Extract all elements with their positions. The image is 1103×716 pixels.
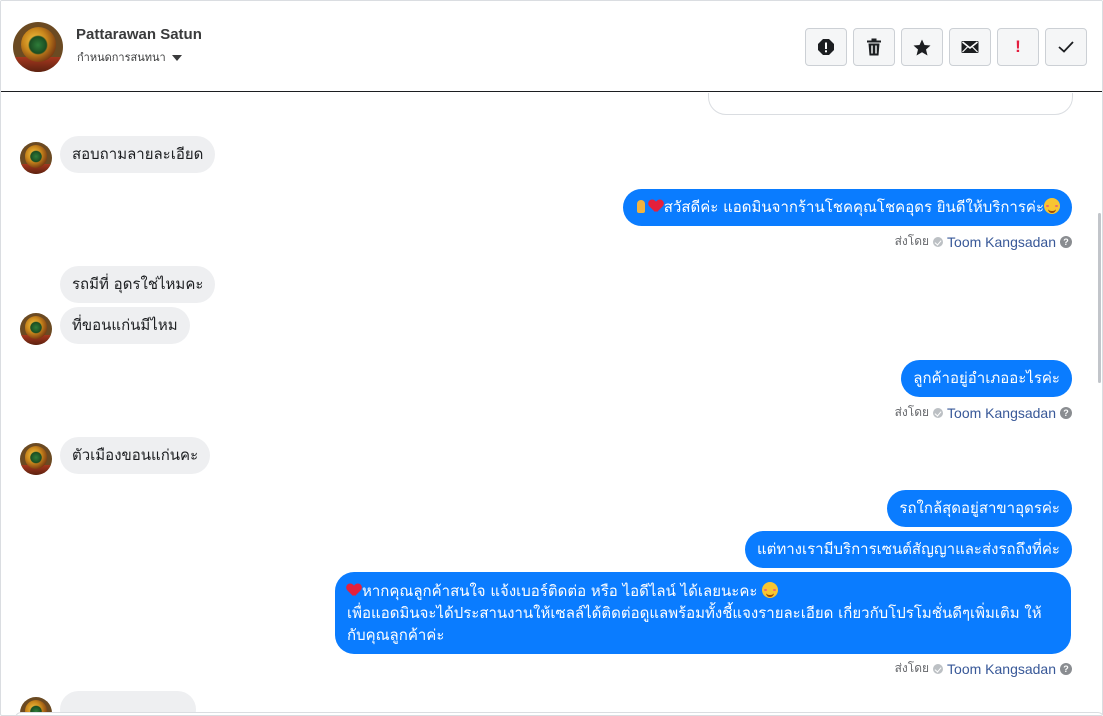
outgoing-message: ลูกค้าอยู่อำเภออะไรค่ะ xyxy=(901,360,1072,397)
contact-avatar-small xyxy=(20,142,52,174)
contact-name[interactable]: Pattarawan Satun xyxy=(76,26,202,43)
conversation-header: Pattarawan Satun กำหนดการสนทนา ! xyxy=(1,1,1102,92)
smiling-face-emoji-icon xyxy=(762,582,779,598)
heart-emoji-icon xyxy=(347,584,361,597)
outgoing-message: แต่ทางเรามีบริการเซนต์สัญญาและส่งรถถึงที… xyxy=(744,531,1072,568)
sent-by-info: ส่งโดย Toom Kangsadan ? xyxy=(895,403,1072,422)
trash-icon xyxy=(867,38,881,56)
contact-avatar-small xyxy=(20,313,52,345)
outgoing-message: สวัสดีค่ะ แอดมินจากร้านโชคคุณโชคอุดร ยิน… xyxy=(622,189,1072,226)
mark-unread-button[interactable] xyxy=(949,28,991,66)
conversation-label-dropdown[interactable]: กำหนดการสนทนา xyxy=(77,48,182,66)
message-composer[interactable] xyxy=(15,712,1102,715)
outgoing-message: หากคุณลูกค้าสนใจ แจ้งเบอร์ติดต่อ หรือ ไอ… xyxy=(335,572,1071,654)
heart-emoji-icon xyxy=(649,200,663,213)
incoming-message: ที่ขอนแก่นมีไหม xyxy=(60,307,190,344)
message-text: หากคุณลูกค้าสนใจ แจ้งเบอร์ติดต่อ หรือ ไอ… xyxy=(362,582,758,600)
verified-icon xyxy=(933,236,944,247)
message-line: หากคุณลูกค้าสนใจ แจ้งเบอร์ติดต่อ หรือ ไอ… xyxy=(347,580,1059,602)
sent-by-label: ส่งโดย xyxy=(894,661,930,675)
outgoing-message: รถใกล้สุดอยู่สาขาอุดรค่ะ xyxy=(887,490,1072,527)
contact-avatar-small xyxy=(20,443,52,475)
help-icon[interactable]: ? xyxy=(1060,235,1072,248)
agent-name-link[interactable]: Toom Kangsadan xyxy=(947,661,1056,677)
done-button[interactable] xyxy=(1045,28,1087,66)
important-button[interactable]: ! xyxy=(997,28,1039,66)
mail-icon xyxy=(961,41,979,53)
scrollbar-thumb[interactable] xyxy=(1098,213,1101,383)
agent-name-link[interactable]: Toom Kangsadan xyxy=(947,234,1056,250)
sent-by-label: ส่งโดย xyxy=(894,405,930,419)
pray-emoji-icon xyxy=(635,200,647,214)
previous-card xyxy=(708,93,1073,115)
check-icon xyxy=(1058,41,1074,53)
message-line: เพื่อแอดมินจะได้ประสานงานให้เซลล์ได้ติดต… xyxy=(347,604,1042,622)
verified-icon xyxy=(933,663,944,674)
star-icon xyxy=(913,39,931,55)
star-button[interactable] xyxy=(901,28,943,66)
delete-button[interactable] xyxy=(853,28,895,66)
report-icon xyxy=(818,39,834,55)
sent-by-label: ส่งโดย xyxy=(894,234,930,248)
agent-name-link[interactable]: Toom Kangsadan xyxy=(947,405,1056,421)
help-icon[interactable]: ? xyxy=(1060,662,1072,675)
smiling-face-emoji-icon xyxy=(1044,198,1060,214)
incoming-message: รถมีที่ อุดรใช่ไหมคะ xyxy=(60,266,216,303)
verified-icon xyxy=(933,407,944,418)
important-icon: ! xyxy=(1015,37,1021,56)
report-button[interactable] xyxy=(805,28,847,66)
conversation-window: Pattarawan Satun กำหนดการสนทนา ! สอบถามล… xyxy=(0,0,1103,716)
message-line: กับคุณลูกค้าค่ะ xyxy=(347,626,445,644)
sent-by-info: ส่งโดย Toom Kangsadan ? xyxy=(895,232,1072,251)
action-toolbar: ! xyxy=(805,28,1087,66)
help-icon[interactable]: ? xyxy=(1060,406,1072,419)
incoming-message: ตัวเมืองขอนแก่นคะ xyxy=(60,437,211,474)
contact-avatar[interactable] xyxy=(13,22,63,72)
thread-scrollbar[interactable] xyxy=(1096,93,1102,715)
sent-by-info: ส่งโดย Toom Kangsadan ? xyxy=(895,659,1072,678)
caret-down-icon xyxy=(171,54,182,61)
conversation-label: กำหนดการสนทนา xyxy=(77,51,166,64)
incoming-message: สอบถามลายละเอียด xyxy=(60,136,216,173)
message-text: สวัสดีค่ะ แอดมินจากร้านโชคคุณโชคอุดร ยิน… xyxy=(663,198,1044,216)
message-thread: สอบถามลายละเอียด สวัสดีค่ะ แอดมินจากร้าน… xyxy=(1,93,1102,715)
